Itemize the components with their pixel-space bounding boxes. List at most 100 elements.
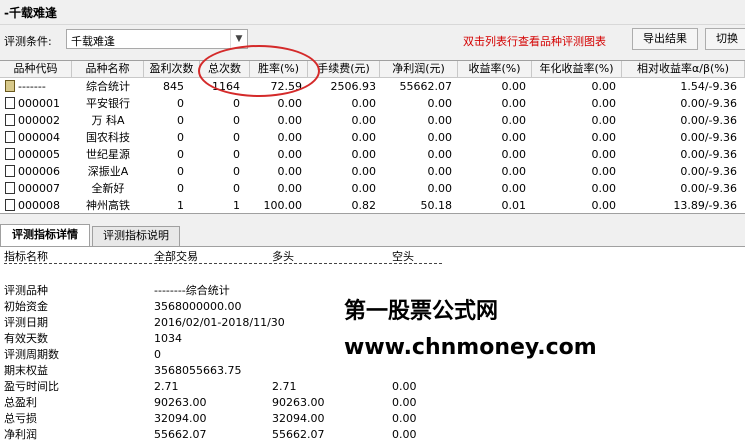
results-table: 品种代码 品种名称 盈利次数 总次数 胜率(%) 手续费(元) 净利润(元) 收…: [0, 60, 745, 214]
condition-label: 评测条件:: [4, 35, 52, 48]
cell-name: 平安银行: [86, 97, 130, 110]
cell-fee: 0.00: [351, 148, 377, 161]
detail-cell-all: 2016/02/01-2018/11/30: [154, 316, 285, 329]
cell-rel: 13.89/-9.36: [673, 199, 737, 212]
detail-cell-name: 初始资金: [4, 300, 48, 313]
cell-ret: 0.00: [501, 182, 527, 195]
table-row[interactable]: 000001 平安银行 0 0 0.00 0.00 0.00 0.00 0.00 0.00/-9.…: [0, 95, 745, 112]
cell-code: 000002: [18, 114, 60, 127]
document-icon: [5, 97, 15, 109]
indicator-detail-panel: 指标名称 全部交易 多头 空头 评测品种 --------综合统计 初始资金 3568…: [0, 246, 745, 442]
cell-total: 0: [233, 165, 240, 178]
cell-profit: 55662.07: [399, 80, 453, 93]
cell-ret: 0.00: [501, 131, 527, 144]
condition-select[interactable]: 千载难逢 ▼: [66, 29, 248, 49]
cell-total: 0: [233, 182, 240, 195]
table-row[interactable]: 000004 国农科技 0 0 0.00 0.00 0.00 0.00 0.00 0.00/-9.…: [0, 129, 745, 146]
document-icon: [5, 165, 15, 177]
cell-fee: 0.00: [351, 97, 377, 110]
export-results-button[interactable]: 导出结果: [632, 28, 698, 50]
document-icon: [5, 199, 15, 211]
highlight-circle: [198, 45, 320, 97]
detail-cell-all: 3568000000.00: [154, 300, 242, 313]
switch-button[interactable]: 切换: [705, 28, 745, 50]
detail-cell-all: --------综合统计: [154, 284, 230, 297]
cell-wins: 0: [177, 182, 184, 195]
cell-profit: 0.00: [427, 97, 453, 110]
cell-code: 000001: [18, 97, 60, 110]
col-header-name[interactable]: 品种名称: [72, 61, 144, 77]
table-row[interactable]: ------- 综合统计 845 1164 72.59 2506.93 55662.07 0.…: [0, 78, 745, 95]
cell-profit: 50.18: [420, 199, 453, 212]
detail-cell-name: 盈亏时间比: [4, 380, 59, 393]
table-row[interactable]: 000002 万 科A 0 0 0.00 0.00 0.00 0.00 0.00 0.00/-9.…: [0, 112, 745, 129]
cell-ret: 0.00: [501, 97, 527, 110]
tab-indicator-description[interactable]: 评测指标说明: [92, 226, 180, 246]
cell-fee: 0.00: [351, 165, 377, 178]
table-row[interactable]: 000007 全新好 0 0 0.00 0.00 0.00 0.00 0.00 0.00/-9.3…: [0, 180, 745, 197]
cell-annual: 0.00: [591, 131, 617, 144]
cell-annual: 0.00: [591, 199, 617, 212]
cell-name: 神州高铁: [86, 199, 130, 212]
detail-cell-name: 净利润: [4, 428, 37, 441]
detail-cell-name: 评测品种: [4, 284, 48, 297]
document-icon: [5, 182, 15, 194]
detail-cell-all: 0: [154, 348, 161, 361]
cell-name: 万 科A: [91, 114, 125, 127]
cell-annual: 0.00: [591, 165, 617, 178]
cell-wins: 845: [163, 80, 184, 93]
detail-cell-all: 32094.00: [154, 412, 207, 425]
cell-ret: 0.00: [501, 114, 527, 127]
cell-profit: 0.00: [427, 165, 453, 178]
col-header-return[interactable]: 收益率(%): [458, 61, 532, 77]
cell-annual: 0.00: [591, 114, 617, 127]
cell-rate: 0.00: [277, 182, 303, 195]
cell-fee: 0.82: [351, 199, 377, 212]
detail-cell-all: 90263.00: [154, 396, 207, 409]
cell-profit: 0.00: [427, 114, 453, 127]
col-header-wins[interactable]: 盈利次数: [144, 61, 200, 77]
col-header-profit[interactable]: 净利润(元): [380, 61, 458, 77]
cell-wins: 0: [177, 97, 184, 110]
table-row[interactable]: 000005 世纪星源 0 0 0.00 0.00 0.00 0.00 0.00 0.00/-9.…: [0, 146, 745, 163]
table-row[interactable]: 000006 深振业A 0 0 0.00 0.00 0.00 0.00 0.00 0.00/-9.…: [0, 163, 745, 180]
cell-name: 综合统计: [86, 80, 130, 93]
cell-total: 0: [233, 148, 240, 161]
cell-wins: 0: [177, 114, 184, 127]
document-icon: [5, 131, 15, 143]
cell-name: 全新好: [91, 182, 125, 195]
detail-cell-long: 32094.00: [272, 412, 325, 425]
document-icon: [5, 148, 15, 160]
tab-indicator-details[interactable]: 评测指标详情: [0, 224, 90, 247]
cell-wins: 0: [177, 148, 184, 161]
window-title: -千载难逢: [4, 6, 57, 20]
cell-rel: 0.00/-9.36: [680, 97, 737, 110]
condition-select-value: 千载难逢: [71, 35, 115, 48]
cell-profit: 0.00: [427, 148, 453, 161]
cell-profit: 0.00: [427, 182, 453, 195]
detail-tabs: 评测指标详情 评测指标说明: [0, 224, 745, 247]
table-row[interactable]: 000008 神州高铁 1 1 100.00 0.82 50.18 0.01 0.00 13.89…: [0, 197, 745, 213]
cell-annual: 0.00: [591, 97, 617, 110]
cell-total: 0: [233, 114, 240, 127]
cell-rel: 1.54/-9.36: [680, 80, 737, 93]
cell-code: 000004: [18, 131, 60, 144]
cell-wins: 0: [177, 131, 184, 144]
cell-annual: 0.00: [591, 148, 617, 161]
col-header-code[interactable]: 品种代码: [0, 61, 72, 77]
cell-rate: 0.00: [277, 148, 303, 161]
divider: [4, 263, 442, 264]
detail-cell-long: 55662.07: [272, 428, 325, 441]
detail-cell-all: 3568055663.75: [154, 364, 242, 377]
cell-rel: 0.00/-9.36: [680, 165, 737, 178]
cell-name: 世纪星源: [86, 148, 130, 161]
condition-toolbar: 评测条件: 千载难逢 ▼ 双击列表行查看品种评测图表 导出结果 切换: [0, 27, 745, 53]
col-header-annual-return[interactable]: 年化收益率(%): [532, 61, 622, 77]
cell-total: 0: [233, 131, 240, 144]
cell-rel: 0.00/-9.36: [680, 148, 737, 161]
cell-wins: 0: [177, 165, 184, 178]
cell-total: 0: [233, 97, 240, 110]
col-header-relative-return[interactable]: 相对收益率α/β(%): [622, 61, 745, 77]
cell-code: 000007: [18, 182, 60, 195]
cell-ret: 0.00: [501, 80, 527, 93]
